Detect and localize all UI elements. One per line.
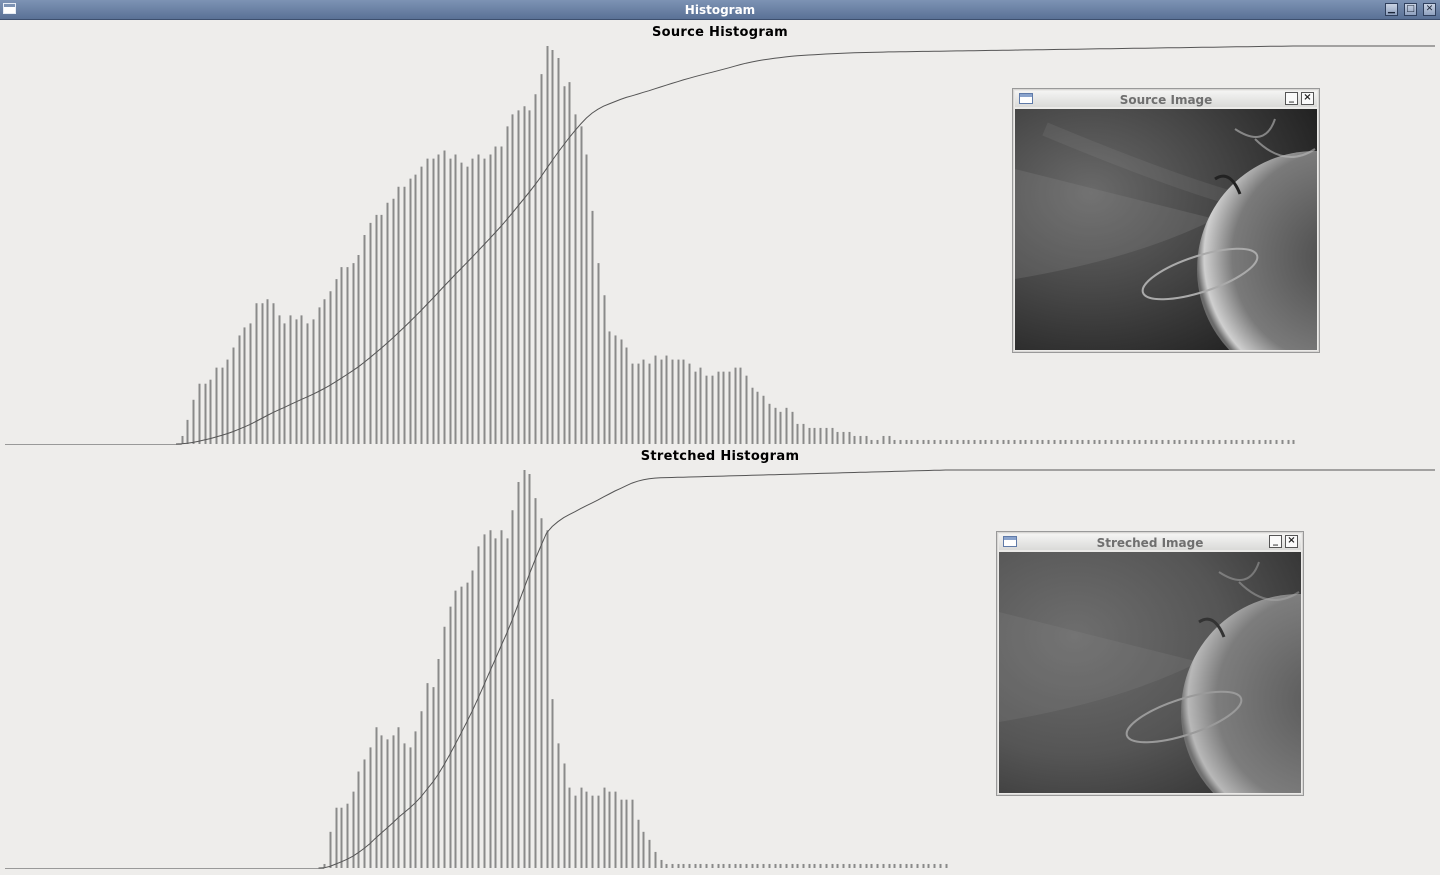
maximize-button[interactable]: □ bbox=[1404, 3, 1417, 16]
close-button[interactable]: × bbox=[1285, 535, 1298, 548]
window-titlebar[interactable]: Histogram ▁ □ ✕ bbox=[0, 0, 1440, 20]
source-image-title: Source Image bbox=[1119, 93, 1213, 107]
source-image bbox=[1015, 109, 1317, 350]
stretched-image-title: Streched Image bbox=[1096, 536, 1204, 550]
source-image-window[interactable]: Source Image _ × bbox=[1012, 88, 1320, 353]
window-title: Histogram bbox=[684, 3, 756, 17]
stretched-image-titlebar[interactable]: Streched Image _ × bbox=[999, 534, 1301, 550]
stretched-image-window[interactable]: Streched Image _ × bbox=[996, 531, 1304, 796]
minimize-button[interactable]: _ bbox=[1269, 535, 1282, 548]
close-button[interactable]: ✕ bbox=[1423, 3, 1436, 16]
stretched-image bbox=[999, 552, 1301, 793]
minimize-button[interactable]: ▁ bbox=[1385, 3, 1398, 16]
close-button[interactable]: × bbox=[1301, 92, 1314, 105]
source-image-titlebar[interactable]: Source Image _ × bbox=[1015, 91, 1317, 107]
minimize-button[interactable]: _ bbox=[1285, 92, 1298, 105]
